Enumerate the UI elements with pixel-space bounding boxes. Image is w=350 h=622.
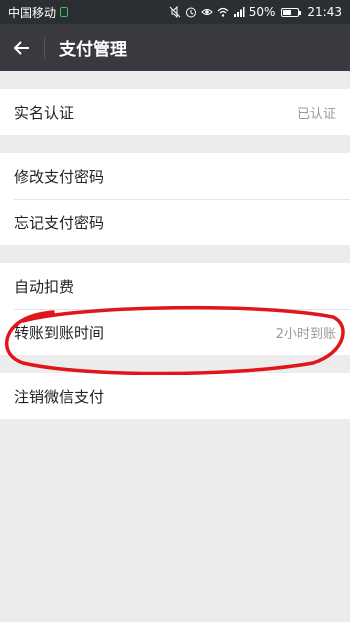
status-bar: 中国移动 50% 21:43 — [0, 0, 350, 24]
row-deregister-wechat-pay[interactable]: 注销微信支付 — [0, 373, 350, 419]
row-label: 修改支付密码 — [14, 167, 105, 186]
header: 支付管理 — [0, 24, 350, 71]
page-title: 支付管理 — [59, 40, 127, 60]
row-value: 已认证 — [296, 106, 336, 122]
row-label: 自动扣费 — [14, 277, 75, 296]
row-transfer-arrival-time[interactable]: 转账到账时间 2小时到账 — [0, 309, 350, 355]
back-arrow-icon — [13, 40, 29, 55]
row-label: 实名认证 — [14, 103, 75, 122]
group-verification: 实名认证 已认证 — [0, 89, 350, 135]
clock: 21:43 — [307, 5, 342, 19]
carrier-label: 中国移动 — [8, 5, 57, 20]
battery-percent: 50% — [248, 5, 276, 19]
wifi-icon — [217, 7, 229, 17]
battery-fill — [283, 9, 291, 15]
eye-icon — [201, 9, 213, 15]
status-right: 50% 21:43 — [169, 5, 342, 19]
lock-icon — [60, 7, 69, 17]
row-label: 转账到账时间 — [14, 323, 105, 342]
group-payments: 自动扣费 转账到账时间 2小时到账 — [0, 263, 350, 355]
signal-icon — [233, 7, 245, 17]
row-forgot-pay-password[interactable]: 忘记支付密码 — [0, 199, 350, 245]
header-divider — [44, 36, 45, 59]
row-label: 注销微信支付 — [14, 387, 105, 406]
row-label: 忘记支付密码 — [14, 213, 105, 232]
status-left: 中国移动 — [8, 4, 69, 21]
group-deregister: 注销微信支付 — [0, 373, 350, 419]
alarm-icon — [185, 7, 196, 18]
mute-icon — [169, 6, 181, 18]
row-real-name-auth[interactable]: 实名认证 已认证 — [0, 89, 350, 135]
row-value: 2小时到账 — [275, 326, 336, 342]
row-auto-deduct[interactable]: 自动扣费 — [0, 263, 350, 309]
back-button[interactable] — [0, 24, 44, 71]
battery-icon — [281, 7, 302, 17]
row-change-pay-password[interactable]: 修改支付密码 — [0, 153, 350, 199]
group-password: 修改支付密码 忘记支付密码 — [0, 153, 350, 245]
